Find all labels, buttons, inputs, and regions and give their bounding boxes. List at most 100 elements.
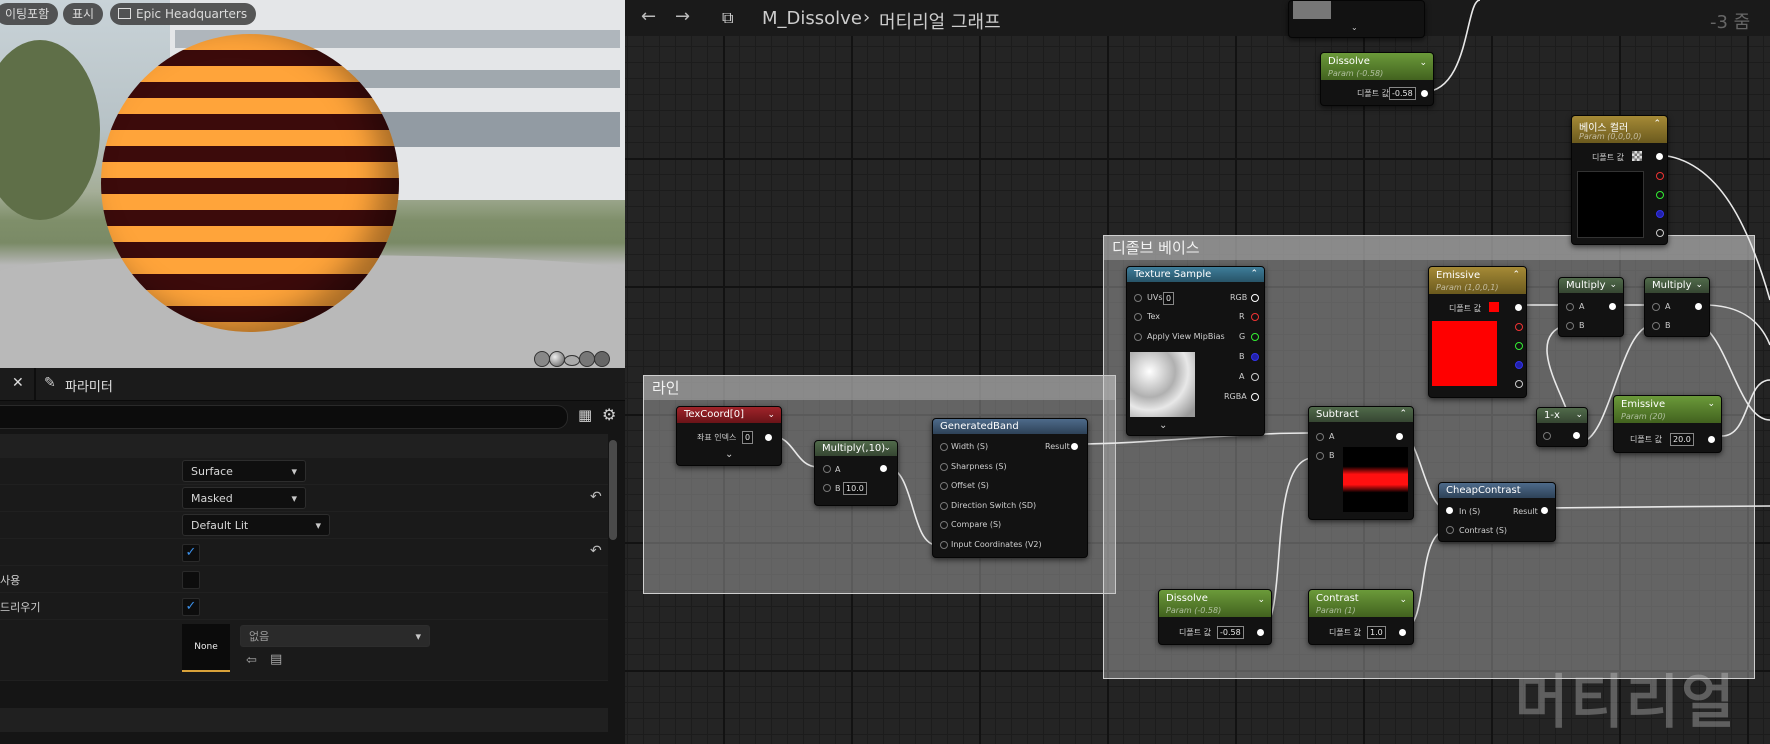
output-pin-b[interactable] [1515, 361, 1523, 369]
output-pin[interactable] [1609, 303, 1616, 310]
output-pin[interactable] [1515, 304, 1522, 311]
chevron-up-icon[interactable]: ⌃ [1512, 270, 1520, 280]
color-preview [1432, 321, 1497, 386]
b-value-field[interactable]: 10.0 [843, 482, 867, 495]
chevron-down-icon[interactable]: ⌄ [1695, 278, 1703, 293]
chevron-down-icon[interactable]: ⌄ [725, 449, 733, 460]
input-pin[interactable] [1134, 294, 1142, 302]
node-subtitle: Param (-0.58) [1166, 606, 1222, 615]
default-value-field[interactable]: -0.58 [1389, 87, 1416, 100]
chevron-up-icon[interactable]: ⌃ [1653, 119, 1661, 129]
chevron-down-icon[interactable]: ⌄ [1575, 408, 1583, 423]
output-pin[interactable] [1257, 629, 1264, 636]
input-pin[interactable] [1134, 333, 1142, 341]
chevron-down-icon[interactable]: ⌄ [1399, 595, 1407, 605]
node-texcoord[interactable]: TexCoord[0] ⌄ 좌표 인덱스 0 ⌄ [676, 406, 782, 466]
output-pin-a[interactable] [1515, 380, 1523, 388]
node-subtract[interactable]: Subtract ⌃ A B [1308, 406, 1414, 520]
node-title: 1-x [1544, 410, 1560, 421]
output-pin[interactable] [1541, 507, 1548, 514]
chevron-up-icon[interactable]: ⌃ [1250, 267, 1258, 282]
chevron-down-icon[interactable]: ⌄ [1159, 420, 1167, 431]
output-pin[interactable] [1656, 153, 1663, 160]
output-pin[interactable] [1421, 90, 1428, 97]
node-dissolve-param-top[interactable]: Dissolve Param (-0.58) ⌄ 디폴트 값 -0.58 [1320, 52, 1434, 106]
input-pin[interactable] [1134, 313, 1142, 321]
input-pin[interactable] [940, 521, 948, 529]
output-pin-a[interactable] [1251, 373, 1259, 381]
input-pin-in[interactable] [1446, 507, 1453, 514]
output-pin[interactable] [1396, 433, 1403, 440]
output-pin[interactable] [1573, 432, 1580, 439]
node-dissolve-param-bottom[interactable]: Dissolve Param (-0.58) ⌄ 디폴트 값 -0.58 [1158, 589, 1272, 645]
output-pin[interactable] [1071, 443, 1078, 450]
node-texture-sample[interactable]: Texture Sample ⌃ UVs 0 Tex Apply View Mi… [1126, 266, 1265, 436]
output-pin-b[interactable] [1656, 210, 1664, 218]
node-header: Emissive Param (1,0,0,1) ⌃ [1429, 267, 1526, 294]
input-pin-a[interactable] [1566, 303, 1574, 311]
input-pin-b[interactable] [1652, 322, 1660, 330]
output-pin-rgb[interactable] [1251, 294, 1259, 302]
chevron-down-icon[interactable]: ⌄ [1609, 278, 1617, 293]
chevron-down-icon[interactable]: ⌄ [767, 407, 775, 423]
input-label: UVs [1147, 293, 1163, 302]
node-multiply-a[interactable]: Multiply ⌄ A B [1558, 277, 1624, 337]
input-pin-a[interactable] [1652, 303, 1660, 311]
node-emissive-scalar-param[interactable]: Emissive Param (20) ⌄ 디폴트 값 20.0 [1613, 395, 1722, 453]
chevron-down-icon[interactable]: ⌄ [1419, 58, 1427, 68]
default-value-field[interactable]: -0.58 [1217, 626, 1244, 639]
default-value-field[interactable]: 20.0 [1670, 433, 1694, 446]
input-pin-contrast[interactable] [1446, 526, 1454, 534]
node-multiply-b[interactable]: Multiply ⌄ A B [1644, 277, 1710, 337]
output-pin-r[interactable] [1251, 313, 1259, 321]
output-pin[interactable] [1399, 629, 1406, 636]
color-swatch[interactable] [1489, 302, 1499, 312]
color-swatch[interactable] [1632, 151, 1642, 161]
input-pin[interactable] [940, 541, 948, 549]
node-base-color-param[interactable]: 베이스 컬러 Param (0,0,0,0) ⌃ 디폴트 값 [1571, 115, 1668, 245]
output-pin-r[interactable] [1515, 323, 1523, 331]
output-pin-rgba[interactable] [1251, 393, 1259, 401]
input-pin[interactable] [940, 463, 948, 471]
node-header: Subtract ⌃ [1309, 407, 1413, 422]
output-pin-g[interactable] [1251, 333, 1259, 341]
uvs-field[interactable]: 0 [1163, 292, 1175, 305]
chevron-down-icon[interactable]: ⌄ [1707, 399, 1715, 409]
default-value-field[interactable]: 1.0 [1367, 626, 1386, 639]
input-pin[interactable] [1543, 432, 1551, 440]
coordinate-index-field[interactable]: 0 [742, 431, 754, 444]
node-contrast-param[interactable]: Contrast Param (1) ⌄ 디폴트 값 1.0 [1308, 589, 1414, 645]
chevron-down-icon[interactable]: ⌄ [1257, 595, 1265, 605]
input-pin[interactable] [940, 443, 948, 451]
node-title: CheapContrast [1446, 485, 1521, 496]
input-pin-a[interactable] [823, 465, 831, 473]
output-pin[interactable] [1695, 303, 1702, 310]
node-generated-band[interactable]: GeneratedBand Width (S) Result Sharpness… [932, 418, 1088, 558]
node-title: Dissolve [1328, 56, 1370, 67]
node-cheap-contrast[interactable]: CheapContrast In (S) Result Contrast (S) [1438, 482, 1556, 542]
output-pin-g[interactable] [1656, 191, 1664, 199]
input-pin-a[interactable] [1316, 433, 1324, 441]
node-header: TexCoord[0] ⌄ [677, 407, 781, 423]
output-pin[interactable] [765, 434, 772, 441]
input-pin-b[interactable] [1566, 322, 1574, 330]
output-pin-b[interactable] [1251, 353, 1259, 361]
chevron-down-icon[interactable]: ⌄ [1351, 23, 1358, 32]
output-pin-r[interactable] [1656, 172, 1664, 180]
node-texture-partial[interactable]: ⌄ [1288, 0, 1425, 38]
output-pin-a[interactable] [1656, 229, 1664, 237]
input-pin[interactable] [940, 482, 948, 490]
output-pin-g[interactable] [1515, 342, 1523, 350]
input-pin[interactable] [940, 502, 948, 510]
input-label: B [835, 484, 841, 493]
default-value-label: 디폴트 값 [1630, 435, 1662, 444]
node-emissive-color-param[interactable]: Emissive Param (1,0,0,1) ⌃ 디폴트 값 [1428, 266, 1527, 398]
input-pin-b[interactable] [1316, 452, 1324, 460]
chevron-down-icon[interactable]: ⌄ [883, 441, 891, 456]
node-one-minus[interactable]: 1-x ⌄ [1536, 407, 1588, 447]
output-pin[interactable] [880, 465, 887, 472]
output-pin[interactable] [1708, 436, 1715, 443]
input-pin-b[interactable] [823, 484, 831, 492]
chevron-up-icon[interactable]: ⌃ [1399, 407, 1407, 422]
node-multiply-10[interactable]: Multiply(,10) ⌄ A B 10.0 [814, 440, 898, 506]
